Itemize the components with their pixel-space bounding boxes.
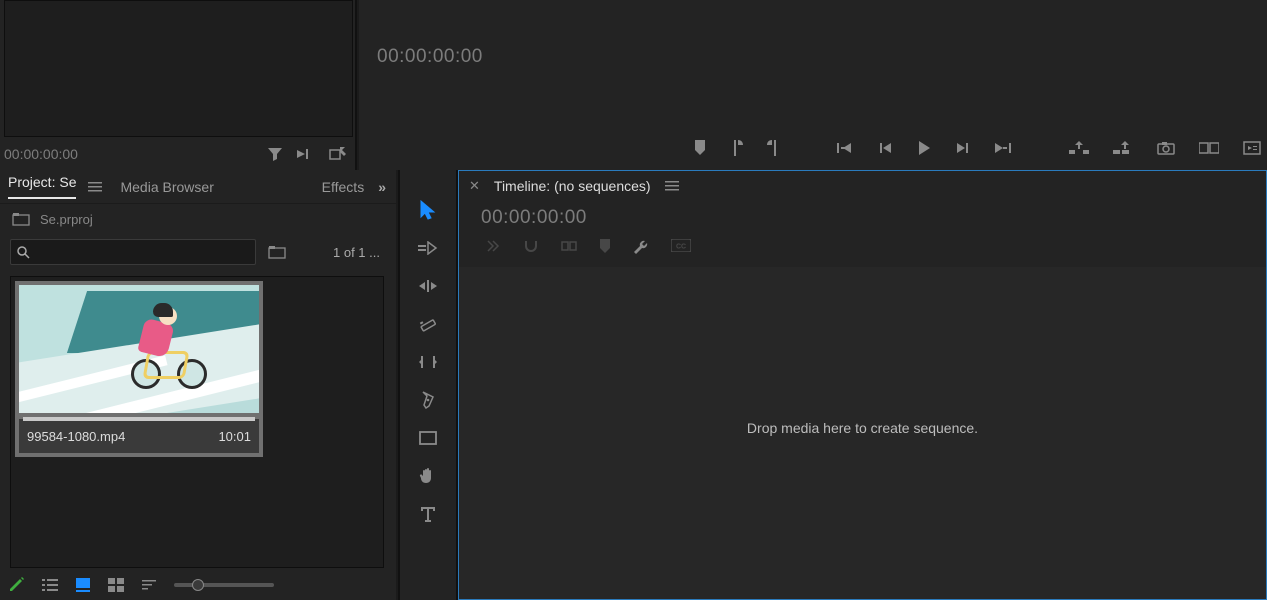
project-file-row: Se.prproj — [0, 204, 396, 234]
panel-menu-icon[interactable] — [665, 180, 679, 192]
source-controls: 00:00:00:00 — [0, 138, 357, 170]
program-transport — [693, 140, 1261, 156]
captions-icon: CC — [671, 239, 691, 255]
settings-overflow-icon[interactable] — [1243, 141, 1261, 155]
timeline-title[interactable]: Timeline: (no sequences) — [494, 178, 651, 194]
icon-view-icon[interactable] — [76, 578, 90, 592]
camera-icon[interactable] — [1157, 141, 1175, 155]
search-input[interactable] — [36, 245, 249, 260]
clip-info: 99584-1080.mp4 10:01 — [19, 419, 259, 453]
bin-icon[interactable] — [12, 212, 30, 226]
play-icon[interactable] — [917, 140, 931, 156]
zoom-slider[interactable] — [174, 583, 274, 587]
timeline-tab-bar: ✕ Timeline: (no sequences) — [459, 171, 1266, 201]
hand-tool[interactable] — [414, 464, 442, 488]
go-to-out-icon[interactable] — [993, 141, 1011, 155]
clip-item[interactable]: 99584-1080.mp4 10:01 — [15, 281, 263, 457]
step-forward-icon[interactable] — [955, 141, 969, 155]
source-view[interactable] — [4, 0, 353, 137]
extract-icon[interactable] — [1113, 141, 1133, 155]
selection-tool[interactable] — [414, 198, 442, 222]
program-monitor: 00:00:00:00 — [359, 0, 1267, 170]
mark-out-icon[interactable] — [767, 140, 779, 156]
list-view-icon[interactable] — [42, 578, 58, 592]
item-count: 1 of 1 ... — [333, 245, 380, 260]
insert-icon[interactable] — [297, 146, 315, 162]
project-search-row: 1 of 1 ... — [0, 234, 396, 270]
wrench-icon[interactable] — [633, 239, 649, 255]
timeline-body[interactable]: Drop media here to create sequence. — [459, 267, 1266, 599]
tab-project[interactable]: Project: Se — [8, 174, 76, 199]
mark-in-icon[interactable] — [731, 140, 743, 156]
ripple-edit-tool[interactable] — [414, 274, 442, 298]
timeline-timecode[interactable]: 00:00:00:00 — [481, 207, 1266, 229]
search-input-wrap[interactable] — [10, 239, 256, 265]
insert-sequence-icon — [485, 239, 501, 255]
filter-icon[interactable] — [267, 146, 283, 162]
rectangle-tool[interactable] — [414, 426, 442, 450]
go-to-in-icon[interactable] — [837, 141, 855, 155]
snap-icon — [523, 239, 539, 255]
timeline-options: CC — [485, 239, 1266, 255]
new-bin-icon[interactable] — [268, 245, 286, 259]
tool-strip — [398, 170, 458, 600]
linked-selection-icon — [561, 239, 577, 255]
project-file-name: Se.prproj — [40, 212, 93, 227]
close-icon[interactable]: ✕ — [469, 178, 480, 194]
project-panel: Project: Se Media Browser Effects » Se.p… — [0, 170, 396, 600]
timeline-drop-hint: Drop media here to create sequence. — [459, 420, 1266, 436]
tabs-overflow-icon[interactable]: » — [378, 179, 386, 195]
add-marker-icon[interactable] — [693, 140, 707, 156]
svg-text:CC: CC — [676, 244, 686, 251]
project-tab-bar: Project: Se Media Browser Effects » — [0, 170, 396, 204]
track-select-forward-tool[interactable] — [414, 236, 442, 260]
pen-tool[interactable] — [414, 388, 442, 412]
clip-thumbnail[interactable] — [19, 285, 259, 413]
step-back-icon[interactable] — [879, 141, 893, 155]
marker-icon — [599, 239, 611, 255]
tab-media-browser[interactable]: Media Browser — [120, 179, 213, 195]
clip-duration: 10:01 — [218, 429, 251, 444]
type-tool[interactable] — [414, 502, 442, 526]
lift-icon[interactable] — [1069, 141, 1089, 155]
comparison-view-icon[interactable] — [1199, 141, 1219, 155]
razor-tool[interactable] — [414, 312, 442, 336]
source-monitor: 00:00:00:00 — [0, 0, 357, 170]
panel-menu-icon[interactable] — [88, 181, 102, 193]
search-icon — [17, 246, 30, 259]
tab-effects[interactable]: Effects — [322, 179, 365, 195]
project-footer — [0, 570, 396, 600]
export-frame-icon[interactable] — [329, 146, 347, 162]
source-timecode[interactable]: 00:00:00:00 — [4, 146, 78, 162]
bin-area[interactable]: 99584-1080.mp4 10:01 — [10, 276, 384, 568]
program-timecode[interactable]: 00:00:00:00 — [377, 46, 483, 68]
freeform-view-icon[interactable] — [108, 578, 124, 592]
sort-icon[interactable] — [142, 579, 156, 591]
slip-tool[interactable] — [414, 350, 442, 374]
write-pen-icon[interactable] — [10, 577, 24, 593]
clip-name: 99584-1080.mp4 — [27, 429, 125, 444]
clip-scrub-bar[interactable] — [23, 417, 255, 421]
timeline-panel: ✕ Timeline: (no sequences) 00:00:00:00 C… — [458, 170, 1267, 600]
